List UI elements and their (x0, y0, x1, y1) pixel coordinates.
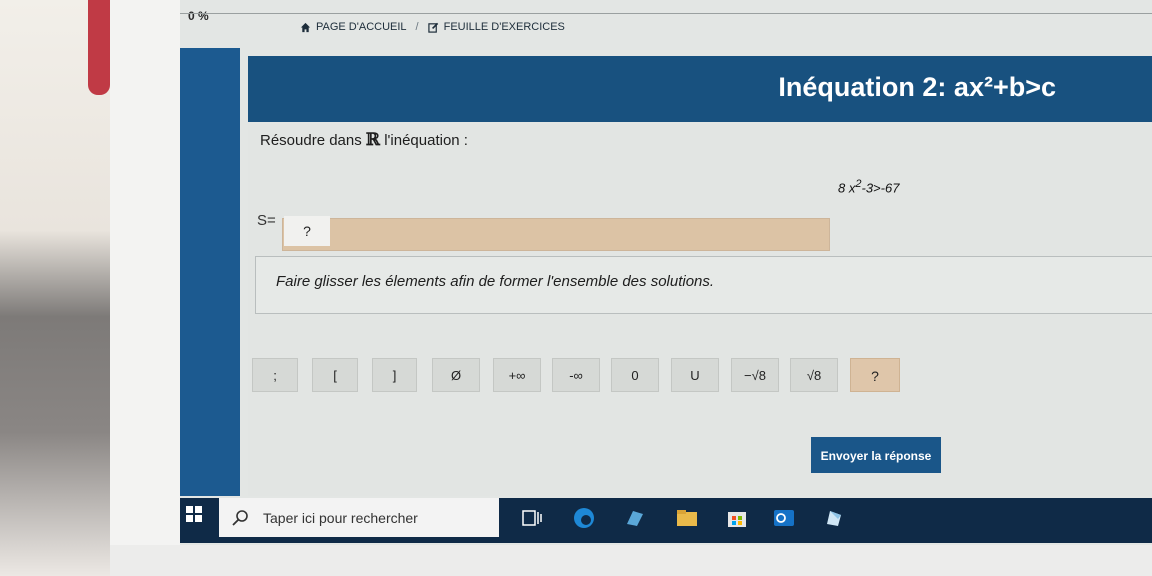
taskbar-search-placeholder: Taper ici pour rechercher (263, 509, 418, 526)
tile-close-bracket[interactable]: ] (372, 358, 417, 392)
task-view-icon[interactable] (520, 506, 544, 530)
edge-browser-icon[interactable] (572, 506, 596, 530)
side-panel (180, 48, 240, 496)
page-title: Inéquation 2: ax²+b>c (778, 72, 1056, 102)
m365-icon[interactable] (822, 506, 846, 530)
edit-icon (427, 22, 438, 33)
tile-union[interactable]: U (671, 358, 719, 392)
breadcrumb: PAGE D'ACCUEIL / FEUILLE D'EXERCICES (300, 21, 565, 33)
real-numbers-symbol: ℝ (365, 130, 381, 150)
tile-plus-infinity[interactable]: +∞ (493, 358, 541, 392)
solution-label: S= (257, 212, 276, 229)
progress-line (180, 13, 1152, 14)
prompt-text-before: Résoudre dans (260, 132, 362, 149)
search-icon (232, 509, 248, 526)
tile-minus-sqrt8[interactable]: −√8 (731, 358, 779, 392)
breadcrumb-exercises-link[interactable]: FEUILLE D'EXERCICES (444, 21, 565, 33)
home-icon (300, 22, 311, 32)
tile-semicolon[interactable]: ; (252, 358, 298, 392)
tile-minus-infinity[interactable]: -∞ (552, 358, 600, 392)
tile-sqrt8[interactable]: √8 (790, 358, 838, 392)
solution-slot[interactable]: ? (284, 216, 330, 246)
screen: 0 % PAGE D'ACCUEIL / FEUILLE D'EXERCICES… (180, 0, 1152, 545)
screen-frame (110, 0, 180, 576)
app-icon[interactable] (623, 506, 647, 530)
submit-answer-button[interactable]: Envoyer la réponse (811, 437, 941, 473)
outlook-icon[interactable] (772, 506, 796, 530)
windows-start-icon[interactable] (186, 506, 202, 522)
exercise-prompt: Résoudre dans ℝ l'inéquation : (260, 130, 468, 150)
inequation: 8 x2-3>-67 (838, 178, 899, 195)
store-icon[interactable] (725, 506, 749, 530)
solution-drop-zone[interactable] (282, 218, 830, 251)
progress-indicator: 0 % (188, 9, 209, 23)
monitor-bottom-bezel (110, 545, 1152, 576)
breadcrumb-home-link[interactable]: PAGE D'ACCUEIL (316, 21, 407, 33)
prompt-text-after: l'inéquation : (384, 132, 468, 149)
background-object (88, 0, 110, 95)
taskbar-search-box[interactable]: Taper ici pour rechercher (219, 498, 499, 537)
tile-open-bracket[interactable]: [ (312, 358, 358, 392)
file-explorer-icon[interactable] (675, 506, 699, 530)
breadcrumb-separator: / (415, 21, 419, 33)
taskbar: Taper ici pour rechercher (180, 498, 1152, 543)
tile-question[interactable]: ? (850, 358, 900, 392)
tile-zero[interactable]: 0 (611, 358, 659, 392)
instruction-text: Faire glisser les élements afin de forme… (276, 273, 715, 290)
equation-rest: -3>-67 (861, 180, 900, 196)
tile-empty-set[interactable]: Ø (432, 358, 480, 392)
equation-coefficient: 8 (838, 180, 846, 196)
